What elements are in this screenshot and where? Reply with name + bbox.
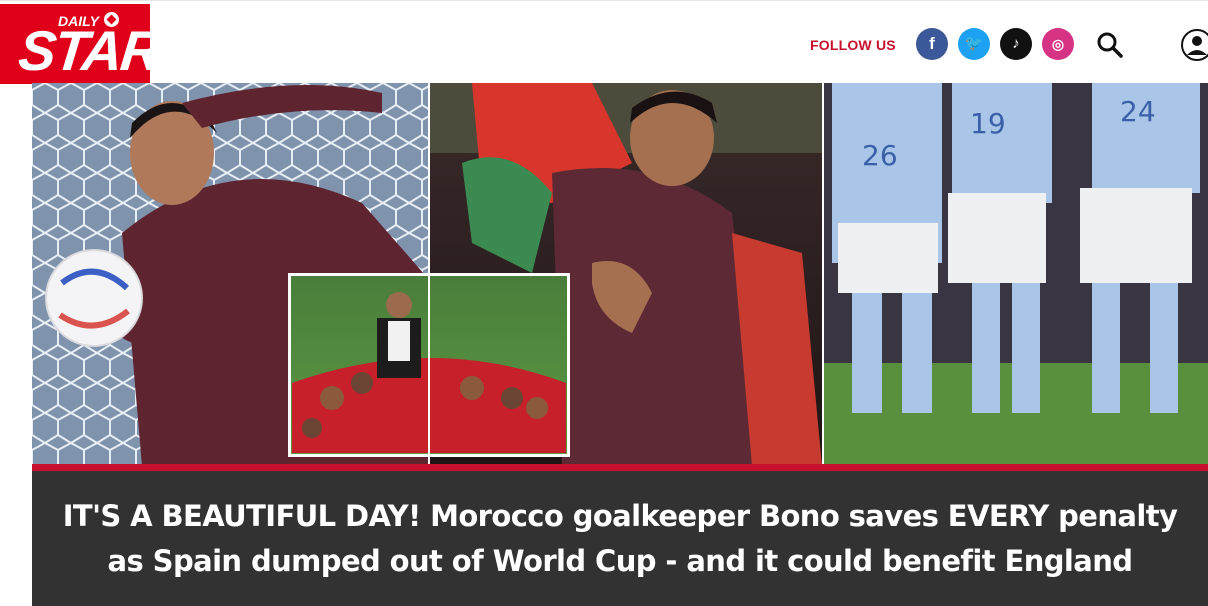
facebook-icon[interactable]: f (916, 28, 948, 60)
twitter-icon[interactable]: 🐦 (958, 28, 990, 60)
instagram-icon[interactable]: ◎ (1042, 28, 1074, 60)
follow-us-label: FOLLOW US (810, 37, 896, 53)
jersey-number-24: 24 (1120, 95, 1156, 128)
logo-star-text: STAR (15, 19, 150, 82)
headline-accent-bar (32, 464, 1208, 471)
headline-banner[interactable]: IT'S A BEAUTIFUL DAY! Morocco goalkeeper… (32, 471, 1208, 606)
daily-star-logo[interactable]: DAILY STAR (0, 4, 150, 84)
site-header: DAILY STAR FOLLOW US f 🐦 ♪ ◎ (0, 0, 1208, 84)
search-icon[interactable] (1096, 31, 1124, 59)
user-icon[interactable] (1180, 28, 1208, 62)
hero-image-collage[interactable]: 26 19 24 (32, 83, 1208, 466)
jersey-number-26: 26 (862, 139, 898, 172)
jersey-number-19: 19 (970, 107, 1006, 140)
spain-players-photo: 26 19 24 (824, 83, 1208, 466)
article-headline[interactable]: IT'S A BEAUTIFUL DAY! Morocco goalkeeper… (46, 494, 1194, 584)
tiktok-icon[interactable]: ♪ (1000, 28, 1032, 60)
